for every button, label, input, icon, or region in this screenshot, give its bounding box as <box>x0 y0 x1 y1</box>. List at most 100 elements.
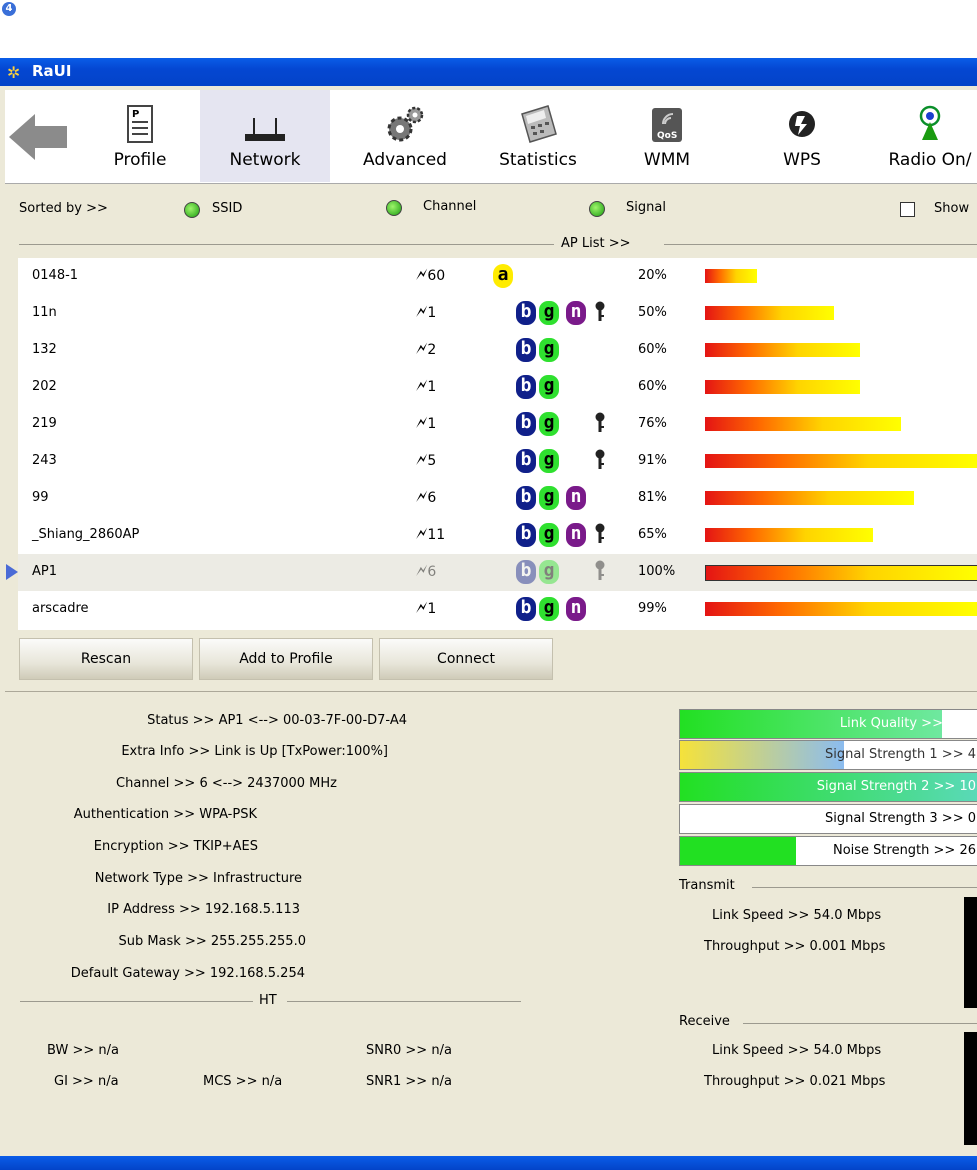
ip-address-text: IP Address >> 192.168.5.113 <box>107 902 300 917</box>
wireless-mode-g-icon: g <box>539 523 559 547</box>
wireless-mode-b-icon: b <box>516 338 536 362</box>
show-checkbox[interactable] <box>900 202 915 217</box>
ap-channel: 🗲1 <box>416 598 437 618</box>
ap-list[interactable]: 0148-1 🗲60 a 20% 11n 🗲1 b g n 50% 132 🗲2 b g 60% 202 🗲1 b… <box>6 258 977 630</box>
channel-antenna-icon: 🗲 <box>416 487 428 507</box>
wireless-mode-n-icon: n <box>566 597 586 621</box>
channel-antenna-icon: 🗲 <box>416 413 428 433</box>
toolbar-wps-button[interactable]: WPS <box>737 90 867 182</box>
ap-row[interactable]: 202 🗲1 b g 60% <box>18 369 977 406</box>
channel-antenna-icon: 🗲 <box>416 561 428 581</box>
ap-row[interactable]: _Shiang_2860AP 🗲11 b g n 65% <box>18 517 977 554</box>
channel-antenna-icon: 🗲 <box>416 598 428 618</box>
lock-key-icon <box>595 523 605 543</box>
ap-channel: 🗲2 <box>416 339 437 359</box>
ap-signal-percent: 50% <box>638 305 667 320</box>
lock-key-icon <box>595 449 605 469</box>
ap-signal-bar <box>705 528 873 542</box>
wireless-mode-n-icon: n <box>566 486 586 510</box>
transmit-title: Transmit <box>679 878 735 893</box>
receive-link-speed: Link Speed >> 54.0 Mbps <box>712 1043 882 1058</box>
wireless-mode-g-icon: g <box>539 301 559 325</box>
wireless-mode-g-icon: g <box>539 375 559 399</box>
title-bar[interactable]: ✲ RaUI <box>0 58 977 86</box>
ap-row[interactable]: 132 🗲2 b g 60% <box>18 332 977 369</box>
toolbar-statistics-button[interactable]: Statistics <box>473 90 603 182</box>
add-to-profile-button[interactable]: Add to Profile <box>199 638 373 680</box>
show-checkbox-label: Show <box>934 201 970 216</box>
step-number-badge: 4 <box>2 2 16 16</box>
wireless-mode-b-icon: b <box>516 301 536 325</box>
ap-row[interactable]: arscadre 🗲1 b g n 99% <box>18 591 977 628</box>
rescan-button[interactable]: Rescan <box>19 638 193 680</box>
status-text: Status >> AP1 <--> 00-03-7F-00-D7-A4 <box>147 713 407 728</box>
ap-signal-percent: 65% <box>638 527 667 542</box>
toolbar-wmm-button[interactable]: QoS WMM <box>602 90 732 182</box>
ht-gi: GI >> n/a <box>54 1074 119 1089</box>
channel-antenna-icon: 🗲 <box>416 265 428 285</box>
sorted-by-label: Sorted by >> <box>19 201 108 216</box>
ap-list-divider-right <box>664 244 977 245</box>
ap-ssid: AP1 <box>32 564 58 579</box>
receive-divider <box>743 1023 977 1024</box>
sort-ssid-radio[interactable] <box>184 202 200 218</box>
connect-button[interactable]: Connect <box>379 638 553 680</box>
ap-row[interactable]: 0148-1 🗲60 a 20% <box>18 258 977 295</box>
ap-signal-bar <box>705 343 860 357</box>
toolbar-advanced-button[interactable]: Advanced <box>340 90 470 182</box>
meter-label: Link Quality >> 88% <box>839 716 976 731</box>
wireless-mode-g-icon: g <box>539 486 559 510</box>
sort-channel-label: Channel <box>423 199 477 214</box>
back-arrow-icon[interactable] <box>9 112 69 162</box>
ht-snr0: SNR0 >> n/a <box>366 1043 452 1058</box>
transmit-throughput: Throughput >> 0.001 Mbps <box>704 939 886 954</box>
meter-1: Link Quality >> 88% <box>679 709 977 739</box>
default-gateway-text: Default Gateway >> 192.168.5.254 <box>70 966 305 981</box>
ap-row[interactable]: 243 🗲5 b g 91% <box>18 443 977 480</box>
toolbar-profile-button[interactable]: P Profile <box>75 90 205 182</box>
wireless-mode-b-icon: b <box>516 412 536 436</box>
ap-list-header: AP List >> <box>561 236 631 251</box>
receive-throughput: Throughput >> 0.021 Mbps <box>704 1074 886 1089</box>
window-title: RaUI <box>32 62 72 80</box>
toolbar: P Profile Network Advanced Statistics Qo… <box>5 90 977 184</box>
meter-fill <box>680 837 797 865</box>
profile-icon: P <box>127 105 153 143</box>
encryption-text: Encryption >> TKIP+AES <box>93 839 258 854</box>
toolbar-radio-button[interactable]: Radio On/ <box>865 90 977 182</box>
transmit-graph <box>964 897 977 1008</box>
ht-bw: BW >> n/a <box>47 1043 119 1058</box>
toolbar-network-button[interactable]: Network <box>200 90 330 182</box>
channel-antenna-icon: 🗲 <box>416 524 428 544</box>
wireless-mode-a-icon: a <box>493 264 513 288</box>
gears-icon <box>387 106 424 142</box>
meter-4: Signal Strength 3 >> 0 <box>679 804 977 834</box>
lock-key-icon <box>595 412 605 432</box>
wireless-mode-b-icon: b <box>516 486 536 510</box>
ap-signal-bar <box>705 602 977 616</box>
wireless-mode-n-icon: n <box>566 523 586 547</box>
ap-row[interactable]: AP1 🗲6 b g 100% <box>6 554 977 591</box>
wireless-mode-b-icon: b <box>516 449 536 473</box>
wireless-mode-g-icon: g <box>539 597 559 621</box>
channel-antenna-icon: 🗲 <box>416 450 428 470</box>
ap-channel: 🗲6 <box>416 561 437 581</box>
lock-key-icon <box>595 301 605 321</box>
ap-row[interactable]: 219 🗲1 b g 76% <box>18 406 977 443</box>
toolbar-profile-label: Profile <box>113 150 167 170</box>
sort-ssid-label: SSID <box>212 201 243 216</box>
ap-channel: 🗲1 <box>416 376 437 396</box>
receive-title: Receive <box>679 1014 730 1029</box>
channel-antenna-icon: 🗲 <box>416 376 428 396</box>
meter-label: Noise Strength >> 26 <box>832 843 976 858</box>
svg-text:QoS: QoS <box>657 131 677 141</box>
ap-signal-percent: 91% <box>638 453 667 468</box>
sort-signal-radio[interactable] <box>589 201 605 217</box>
ap-ssid: 132 <box>32 342 57 357</box>
ap-row[interactable]: 11n 🗲1 b g n 50% <box>18 295 977 332</box>
radio-antenna-icon <box>919 105 941 140</box>
sort-signal-label: Signal <box>626 200 666 215</box>
ap-row[interactable]: 99 🗲6 b g n 81% <box>18 480 977 517</box>
raui-app-icon: ✲ <box>7 63 21 82</box>
sort-channel-radio[interactable] <box>386 200 402 216</box>
